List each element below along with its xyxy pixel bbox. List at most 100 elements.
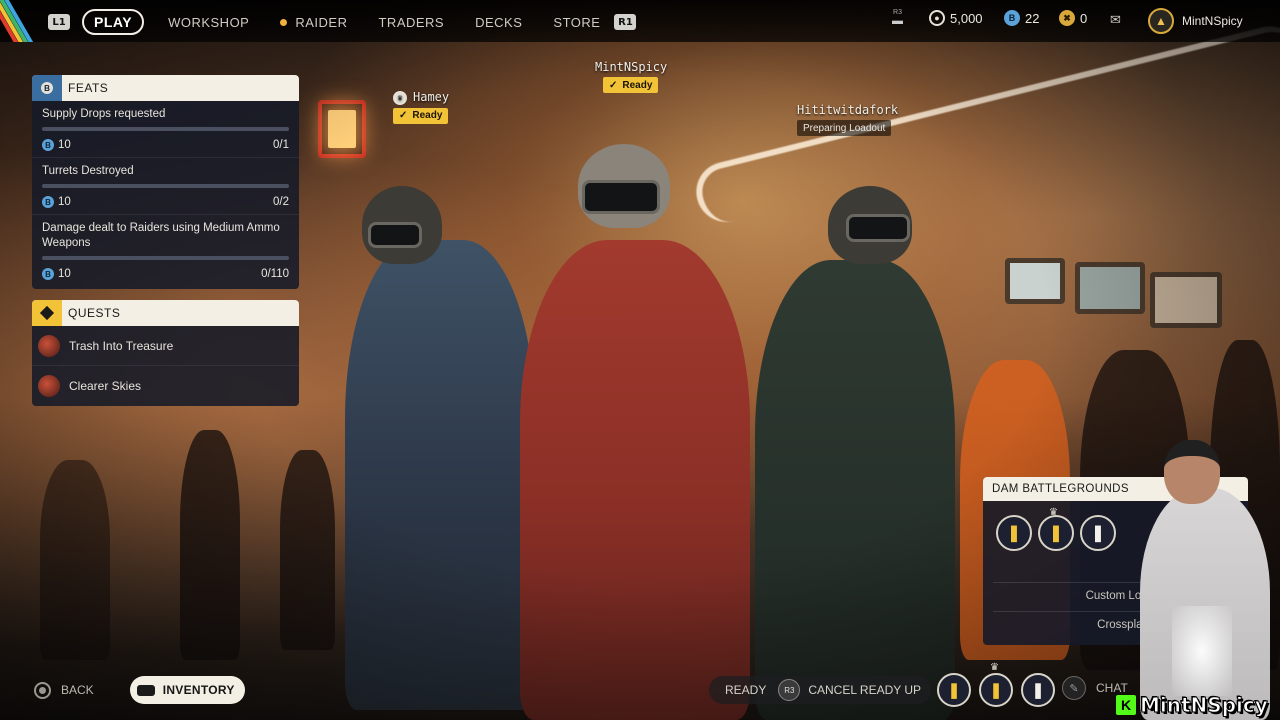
feats-panel: B FEATS Supply Drops requested B 10 0/1 T… [32,75,299,289]
r3-hint[interactable]: R3 ▬ [892,9,903,27]
stars-value: 0 [1080,10,1088,26]
squad-member-icon[interactable]: ❚ [937,673,971,707]
feat-name: Supply Drops requested [42,108,166,120]
quests-header: QUESTS [32,300,299,326]
ready-status-label: Ready [622,79,653,91]
r3-button-icon: R3 [778,679,801,701]
user-emblem-icon[interactable]: ▲ [1148,8,1174,34]
crown-icon: ♛ [393,90,407,105]
cancel-ready-up-button[interactable]: CANCEL READY UP [808,683,921,697]
tab-traders[interactable]: TRADERS [378,15,444,30]
squad-member-icon[interactable]: ❚ [996,515,1032,551]
squad-member-icon[interactable]: ❚ [979,673,1013,707]
quests-icon [32,300,62,326]
coin-icon: ● [929,10,945,26]
quest-giver-avatar [38,375,60,397]
tab-play[interactable]: PLAY [82,9,145,35]
tab-decks[interactable]: DECKS [475,15,522,30]
back-button[interactable]: BACK [61,683,94,697]
player-name: MintNSpicy [595,60,668,74]
diamond-icon [39,305,55,321]
squad-member-icon[interactable]: ❚ [1021,673,1055,707]
feat-reward: B 10 [42,196,71,208]
inventory-label: INVENTORY [162,683,235,697]
ready-label: READY [725,683,767,697]
coins-display: ● 5,000 [929,10,983,26]
controller-icon: ▬ [892,15,903,27]
quest-name: Clearer Skies [69,379,142,393]
tab-raider[interactable]: RAIDER [280,15,347,30]
ready-badge: ✓ Ready [393,107,449,124]
player-tag-mintnspicy[interactable]: MintNSpicy ✓ Ready [595,60,667,93]
feat-item[interactable]: Supply Drops requested B 10 0/1 [32,101,299,158]
feat-footer: B 10 0/110 [42,268,289,280]
tab-store[interactable]: STORE [553,15,600,30]
quest-giver-avatar [38,334,60,357]
player-tag-hititwitdafork[interactable]: Hititwitdafork Preparing Loadout [797,103,898,136]
inbox-icon: ✉ [1110,12,1121,27]
main-nav: L1 PLAY WORKSHOP RAIDER TRADERS DECKS ST… [48,9,637,35]
feat-reward-value: 10 [58,268,71,280]
feat-name: Turrets Destroyed [42,165,134,177]
token-icon: B [1004,10,1020,26]
ready-badge: ✓ Ready [603,77,659,93]
coin-icon: B [42,196,54,208]
feat-footer: B 10 0/2 [42,196,289,208]
feat-name: Damage dealt to Raiders using Medium Amm… [42,222,280,249]
loadout-status: Preparing Loadout [797,120,892,136]
light-glow [1172,606,1232,696]
stars-display: ✖ 0 [1059,10,1087,26]
inventory-button[interactable]: INVENTORY [129,676,245,704]
streamer-name: MintNSpicy [1140,693,1269,718]
tokens-value: 22 [1025,10,1040,26]
squad-member-icon[interactable]: ❚ [1080,515,1116,551]
feat-progress-text: 0/2 [273,196,289,208]
feat-item[interactable]: Turrets Destroyed B 10 0/2 [32,158,299,215]
inbox-button[interactable]: ✉ [1110,12,1121,28]
touchpad-icon [136,684,155,696]
coin-icon: B [42,139,54,151]
raider-dot-icon [280,18,288,26]
quest-item[interactable]: Trash Into Treasure [32,326,299,366]
l1-button-hint[interactable]: L1 [48,14,70,30]
top-navigation-bar: L1 PLAY WORKSHOP RAIDER TRADERS DECKS ST… [0,0,1280,42]
feat-progress-text: 0/110 [261,268,289,280]
r1-button-hint[interactable]: R1 [614,14,637,30]
feat-reward-value: 10 [58,139,71,151]
feat-reward: B 10 [42,268,71,280]
coins-value: 5,000 [950,10,983,26]
ready-status-bar[interactable]: READY R3 CANCEL READY UP [709,676,931,704]
quest-name: Trash Into Treasure [69,338,174,353]
tab-workshop[interactable]: WORKSHOP [168,15,249,30]
quest-item[interactable]: Clearer Skies [32,366,299,406]
player-name-row: ♛ Hamey [393,90,449,105]
bottom-left-actions: BACK INVENTORY [34,676,245,704]
quests-title: QUESTS [68,306,121,320]
player-tag-hamey[interactable]: ♛ Hamey ✓ Ready [393,90,449,124]
check-icon: ✓ [399,110,408,121]
feat-footer: B 10 0/1 [42,139,289,151]
feat-item[interactable]: Damage dealt to Raiders using Medium Amm… [32,215,299,286]
check-icon: ✓ [609,79,618,91]
streamer-webcam-overlay [1132,436,1280,720]
coin-icon: B [42,268,54,280]
brand-stripes-logo [0,0,44,42]
ready-status-label: Ready [412,110,443,121]
feats-title: FEATS [68,81,109,95]
feat-progress-bar [42,127,289,131]
feat-reward-value: 10 [58,196,71,208]
squad-member-icon[interactable]: ❚ [1038,515,1074,551]
crown-icon: ♛ [990,662,999,673]
feat-progress-bar [42,256,289,260]
player-name: Hititwitdafork [797,103,899,117]
streamer-head [1164,440,1220,504]
circle-button-icon [34,681,51,699]
feat-progress-bar [42,184,289,188]
feat-reward: B 10 [42,139,71,151]
raider-token-icon: ✖ [1059,10,1075,26]
feats-coin-icon: B [41,82,53,94]
microphone-icon: ✎ [1062,676,1086,700]
username[interactable]: MintNSpicy [1182,14,1243,28]
squad-icons: ❚ ❚ ❚ [996,515,1122,551]
feats-header: B FEATS [32,75,299,101]
